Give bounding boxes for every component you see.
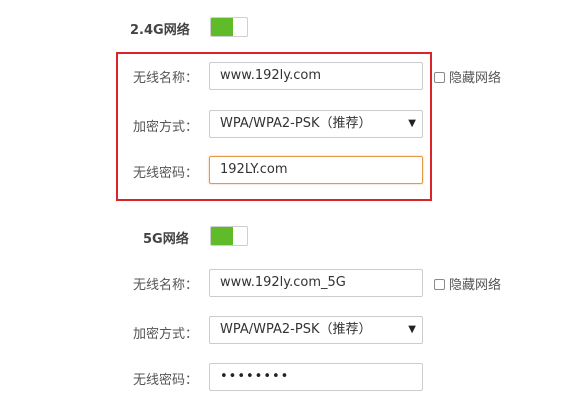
band-5g-ssid-label: 无线名称： [132, 278, 198, 293]
band-5g-toggle[interactable] [210, 226, 248, 246]
band-5g-hide-label: 隐藏网络 [449, 278, 502, 293]
toggle-on-indicator [211, 227, 233, 245]
band-5g-hide-ssid[interactable]: 隐藏网络 [434, 274, 501, 293]
band-24g-title: 2.4G网络 [130, 23, 190, 38]
triangle-down-icon: ▼ [408, 118, 416, 129]
band-24g-encryption-value: WPA/WPA2-PSK（推荐） [220, 116, 372, 131]
band-24g-ssid-label: 无线名称： [132, 71, 198, 86]
band-24g-hide-label: 隐藏网络 [449, 71, 502, 86]
checkbox-unchecked-icon[interactable] [434, 279, 445, 290]
band-5g-password-label: 无线密码： [132, 373, 198, 388]
band-5g-encryption-value: WPA/WPA2-PSK（推荐） [220, 322, 372, 337]
checkbox-unchecked-icon[interactable] [434, 72, 445, 83]
band-24g-encryption-select[interactable]: WPA/WPA2-PSK（推荐） ▼ [209, 110, 423, 138]
band-5g-encryption-label: 加密方式： [132, 327, 198, 342]
band-24g-password-label: 无线密码： [132, 166, 198, 181]
band-24g-ssid-value: www.192ly.com [220, 68, 321, 83]
band-24g-ssid-input[interactable]: www.192ly.com [209, 62, 423, 90]
band-24g-toggle[interactable] [210, 17, 248, 37]
band-24g-hide-ssid[interactable]: 隐藏网络 [434, 67, 501, 86]
band-24g-password-value: 192LY.com [220, 162, 288, 177]
band-24g-encryption-label: 加密方式： [132, 120, 198, 135]
band-5g-encryption-select[interactable]: WPA/WPA2-PSK（推荐） ▼ [209, 316, 423, 344]
band-5g-ssid-value: www.192ly.com_5G [220, 275, 346, 290]
band-24g-password-input[interactable]: 192LY.com [209, 156, 423, 184]
band-5g-title: 5G网络 [143, 232, 189, 247]
triangle-down-icon: ▼ [408, 324, 416, 335]
band-5g-password-input[interactable]: •••••••• [209, 363, 423, 391]
toggle-on-indicator [211, 18, 233, 36]
band-5g-ssid-input[interactable]: www.192ly.com_5G [209, 269, 423, 297]
band-5g-password-value: •••••••• [220, 369, 290, 384]
